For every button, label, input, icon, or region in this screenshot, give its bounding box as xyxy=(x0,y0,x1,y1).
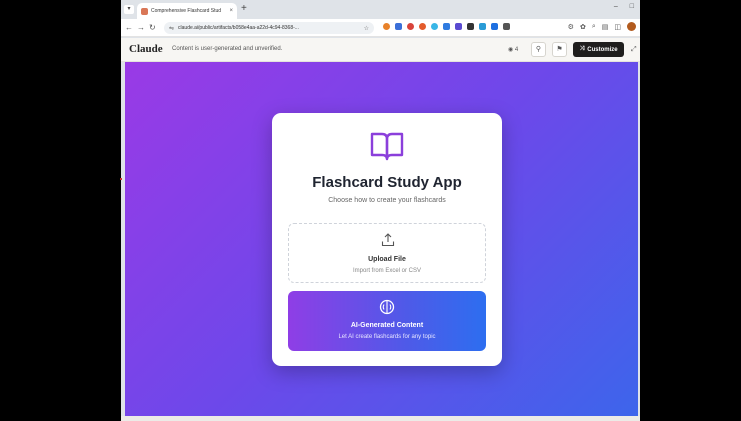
ai-generated-label: AI-Generated Content xyxy=(350,322,424,329)
extension-icon[interactable] xyxy=(467,23,474,30)
extension-icon[interactable] xyxy=(383,23,390,30)
extension-icon[interactable] xyxy=(491,23,498,30)
link-icon[interactable]: ⚲ xyxy=(531,42,546,57)
upload-icon xyxy=(381,233,395,247)
upload-file-button[interactable]: Upload File Import from Excel or CSV xyxy=(288,223,486,283)
brain-icon xyxy=(379,299,395,315)
bookmark-star-icon[interactable]: ☆ xyxy=(364,25,369,32)
page-footer-strip xyxy=(121,416,640,421)
browser-tools: ⚙ ✿ ⌕ ▤ ◫ xyxy=(568,22,636,31)
profile-avatar[interactable] xyxy=(627,22,636,31)
customize-label: Customize xyxy=(587,46,618,53)
extension-icon[interactable] xyxy=(395,23,402,30)
sync-icon[interactable]: ✿ xyxy=(580,23,586,31)
claude-logo[interactable]: Claude xyxy=(129,43,163,55)
shuffle-icon: ⤨ xyxy=(579,46,585,52)
extension-icon[interactable] xyxy=(503,23,510,30)
claude-artifact-header: Claude Content is user-generated and unv… xyxy=(121,38,640,62)
claude-favicon-icon xyxy=(141,7,148,15)
tab-search-icon[interactable]: ▾ xyxy=(124,5,134,14)
upload-file-label: Upload File xyxy=(368,256,406,263)
extension-icon[interactable] xyxy=(479,23,486,30)
window-controls: – □ xyxy=(614,3,634,10)
ai-generated-button[interactable]: AI-Generated Content Let AI create flash… xyxy=(288,291,486,351)
upload-file-description: Import from Excel or CSV xyxy=(352,268,421,274)
extension-icon[interactable] xyxy=(443,23,450,30)
address-bar-row: ← → ↻ ⇋ claude.ai/public/artifacts/b058e… xyxy=(121,19,640,37)
creation-card: Flashcard Study App Choose how to create… xyxy=(272,113,502,366)
tab-active[interactable]: Comprehensive Flashcard Stud × xyxy=(137,3,237,19)
view-count: ◉ 4 xyxy=(508,46,518,53)
flag-icon[interactable]: ⚑ xyxy=(552,42,567,57)
extension-icon[interactable] xyxy=(419,23,426,30)
tab-search-icon[interactable]: ⌕ xyxy=(592,23,596,31)
expand-icon[interactable]: ⤢ xyxy=(631,46,637,54)
cursor-marker xyxy=(120,178,122,180)
page-title: Flashcard Study App xyxy=(312,174,462,191)
back-icon[interactable]: ← xyxy=(125,22,133,34)
maximize-button[interactable]: □ xyxy=(630,3,634,10)
forward-icon[interactable]: → xyxy=(137,22,145,34)
split-icon[interactable]: ◫ xyxy=(614,23,621,31)
extensions-bar xyxy=(383,23,510,30)
page-subtitle: Choose how to create your flashcards xyxy=(328,197,446,204)
extension-icon[interactable] xyxy=(431,23,438,30)
reload-icon[interactable]: ↻ xyxy=(149,22,156,34)
site-info-icon[interactable]: ⇋ xyxy=(169,25,174,32)
minimize-button[interactable]: – xyxy=(614,3,618,10)
extension-icon[interactable] xyxy=(407,23,414,30)
url-text: claude.ai/public/artifacts/b058e4aa-a22d… xyxy=(178,25,299,31)
book-icon xyxy=(370,132,404,161)
view-count-value: 4 xyxy=(514,47,519,53)
extension-icon[interactable] xyxy=(455,23,462,30)
customize-button[interactable]: ⤨ Customize xyxy=(573,42,624,57)
tab-close-icon[interactable]: × xyxy=(229,8,233,14)
browser-window: ▾ Comprehensive Flashcard Stud × + – □ ←… xyxy=(121,0,640,421)
app-background: Flashcard Study App Choose how to create… xyxy=(125,62,638,416)
tab-title: Comprehensive Flashcard Stud xyxy=(151,8,222,14)
ai-generated-description: Let AI create flashcards for any topic xyxy=(338,334,436,340)
extensions-puzzle-icon[interactable]: ⚙ xyxy=(568,23,574,31)
eye-icon: ◉ xyxy=(508,47,515,53)
tab-strip: ▾ Comprehensive Flashcard Stud × + – □ xyxy=(121,0,640,19)
new-tab-button[interactable]: + xyxy=(241,3,247,15)
content-notice: Content is user-generated and unverified… xyxy=(172,46,283,52)
url-bar[interactable]: ⇋ claude.ai/public/artifacts/b058e4aa-a2… xyxy=(164,22,374,34)
sidebar-icon[interactable]: ▤ xyxy=(602,23,609,31)
